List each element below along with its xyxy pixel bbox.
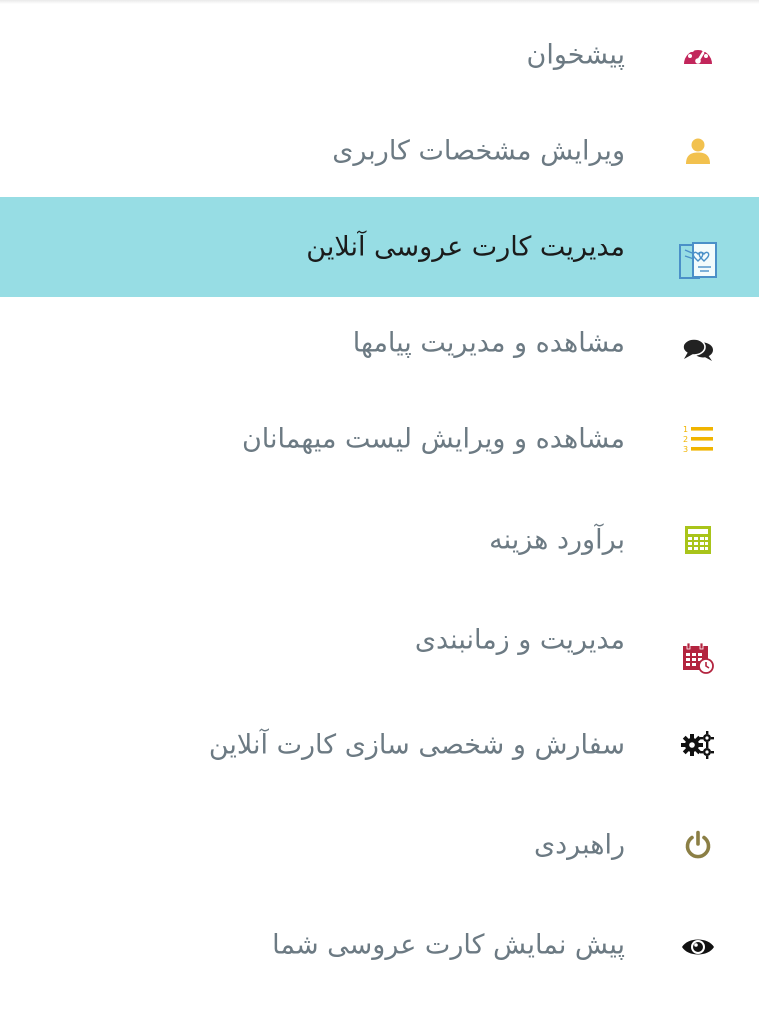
gears-icon <box>670 717 726 773</box>
menu-item-card-customization[interactable]: سفارش و شخصی سازی کارت آنلاین <box>0 695 759 795</box>
svg-text:1: 1 <box>683 425 688 434</box>
menu-item-strategic[interactable]: راهبردی <box>0 795 759 895</box>
menu-item-dashboard[interactable]: پیشخوان <box>0 5 759 105</box>
menu-item-card-preview[interactable]: پیش نمایش کارت عروسی شما <box>0 895 759 995</box>
numbered-list-icon: 1 2 3 <box>670 411 726 467</box>
menu-item-label: مدیریت و زمانبندی <box>414 624 625 656</box>
top-shadow <box>0 0 759 4</box>
menu-item-guest-list[interactable]: مشاهده و ویرایش لیست میهمانان 1 2 3 <box>0 389 759 489</box>
menu-item-messages[interactable]: مشاهده و مدیریت پیامها <box>0 293 759 393</box>
power-icon <box>670 817 726 873</box>
user-icon <box>670 123 726 179</box>
svg-text:2: 2 <box>683 435 688 444</box>
menu-item-edit-profile[interactable]: ویرایش مشخصات کاربری <box>0 101 759 201</box>
menu-item-cost-estimate[interactable]: برآورد هزینه <box>0 490 759 590</box>
eye-icon <box>670 919 726 975</box>
menu-item-scheduling[interactable]: مدیریت و زمانبندی <box>0 590 759 690</box>
menu-item-label: سفارش و شخصی سازی کارت آنلاین <box>208 729 625 761</box>
menu-item-label: راهبردی <box>534 829 625 861</box>
menu-item-label: مدیریت کارت عروسی آنلاین <box>306 231 625 263</box>
menu-item-label: مشاهده و ویرایش لیست میهمانان <box>241 423 625 455</box>
wedding-card-icon <box>670 233 726 289</box>
menu-item-label: پیشخوان <box>526 39 625 71</box>
menu-item-label: برآورد هزینه <box>489 524 625 556</box>
chat-bubbles-icon <box>670 322 726 378</box>
menu-item-label: پیش نمایش کارت عروسی شما <box>272 929 625 961</box>
menu-item-label: ویرایش مشخصات کاربری <box>332 135 625 167</box>
svg-text:3: 3 <box>683 445 688 454</box>
menu-item-online-wedding-card[interactable]: مدیریت کارت عروسی آنلاین <box>0 197 759 297</box>
dashboard-icon <box>670 27 726 83</box>
menu-item-label: مشاهده و مدیریت پیامها <box>352 327 625 359</box>
calculator-icon <box>670 512 726 568</box>
calendar-clock-icon <box>670 630 726 686</box>
